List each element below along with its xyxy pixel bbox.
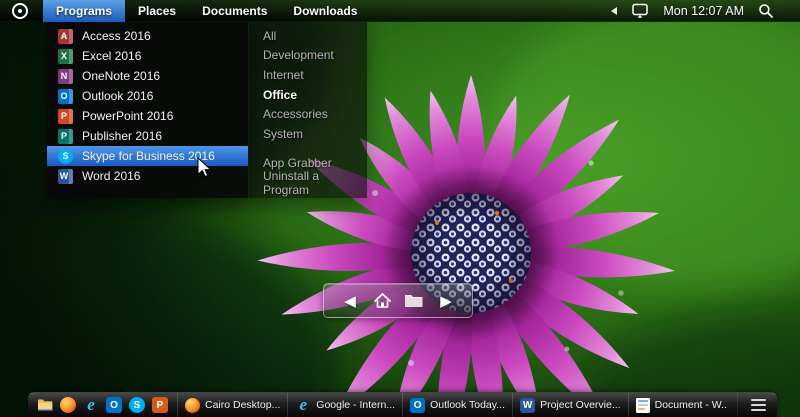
window-button-cairo-desktop[interactable]: Cairo Desktop... <box>177 393 287 417</box>
window-title: Cairo Desktop... <box>205 399 281 411</box>
menu-bar: Programs Places Documents Downloads Mon … <box>0 0 800 22</box>
category-office[interactable]: Office <box>249 85 367 105</box>
menu-documents[interactable]: Documents <box>189 0 280 22</box>
window-buttons: Cairo Desktop... e Google - Intern... O … <box>177 393 738 417</box>
quick-launch: e O S P <box>28 393 174 417</box>
cairo-logo-icon[interactable] <box>12 2 28 19</box>
file-explorer-icon[interactable] <box>37 397 53 413</box>
categories-panel: All Development Internet Office Accessor… <box>248 22 367 198</box>
menu-places[interactable]: Places <box>125 0 189 22</box>
outlook-icon: O <box>58 88 73 104</box>
category-accessories[interactable]: Accessories <box>249 104 367 124</box>
menu-item-label: OneNote 2016 <box>82 69 161 83</box>
word-icon: W <box>520 397 536 413</box>
category-internet[interactable]: Internet <box>249 65 367 85</box>
category-system[interactable]: System <box>249 124 367 144</box>
powerpoint-icon: P <box>58 108 73 124</box>
search-icon[interactable] <box>758 3 774 19</box>
menu-downloads[interactable]: Downloads <box>280 0 370 22</box>
powerpoint-icon[interactable]: P <box>152 397 168 413</box>
menu-item-label: Access 2016 <box>82 29 151 43</box>
window-title: Project Overvie... <box>540 399 621 411</box>
window-title: Google - Intern... <box>316 399 396 411</box>
outlook-icon: O <box>410 397 426 413</box>
category-development[interactable]: Development <box>249 46 367 66</box>
desktop: Programs Places Documents Downloads Mon … <box>0 0 800 417</box>
firefox-icon <box>185 397 200 413</box>
menu-item-word[interactable]: W Word 2016 <box>47 166 248 186</box>
menu-item-powerpoint[interactable]: P PowerPoint 2016 <box>47 106 248 126</box>
internet-explorer-icon[interactable]: e <box>83 395 99 414</box>
window-button-project-overview[interactable]: W Project Overvie... <box>512 393 628 417</box>
action-uninstall-program[interactable]: Uninstall a Program <box>249 169 367 197</box>
access-icon: A <box>58 28 73 44</box>
menu-item-access[interactable]: A Access 2016 <box>47 26 248 46</box>
folder-icon[interactable] <box>402 289 426 313</box>
word-icon: W <box>58 168 73 184</box>
internet-explorer-icon: e <box>299 395 308 414</box>
window-title: Outlook Today... <box>430 399 505 411</box>
menu-item-label: Word 2016 <box>82 169 141 183</box>
menu-item-outlook[interactable]: O Outlook 2016 <box>47 86 248 106</box>
forward-icon[interactable]: ▶ <box>434 289 458 313</box>
menu-programs[interactable]: Programs <box>43 0 126 22</box>
menu-item-label: Skype for Business 2016 <box>82 149 215 163</box>
monitor-icon[interactable] <box>631 3 649 19</box>
taskbar: e O S P Cairo Desktop... e Google - Inte… <box>28 392 777 417</box>
menu-item-label: Excel 2016 <box>82 49 142 63</box>
menu-item-label: Publisher 2016 <box>82 129 163 143</box>
chevron-left-icon[interactable] <box>611 7 618 15</box>
outlook-icon[interactable]: O <box>106 397 122 413</box>
window-title: Document - W.. <box>654 399 727 411</box>
menu-bar-right: Mon 12:07 AM <box>611 0 774 22</box>
menu-item-label: Outlook 2016 <box>82 89 154 103</box>
menu-item-publisher[interactable]: P Publisher 2016 <box>47 126 248 146</box>
category-all[interactable]: All <box>249 26 367 46</box>
back-icon[interactable]: ◀ <box>338 289 362 313</box>
skype-icon[interactable]: S <box>129 397 145 413</box>
document-icon <box>635 397 650 413</box>
excel-icon: X <box>58 48 73 64</box>
publisher-icon: P <box>58 128 73 144</box>
home-icon[interactable] <box>370 289 394 313</box>
clock[interactable]: Mon 12:07 AM <box>663 4 744 18</box>
firefox-icon[interactable] <box>60 397 76 413</box>
window-button-outlook-today[interactable]: O Outlook Today... <box>402 393 512 417</box>
desktop-nav-toolbar: ◀ ▶ <box>323 283 473 318</box>
menu-list: Programs Places Documents Downloads <box>43 0 370 22</box>
skype-icon: S <box>58 148 73 164</box>
programs-menu-panel: A Access 2016 X Excel 2016 N OneNote 201… <box>47 22 248 198</box>
window-button-google[interactable]: e Google - Intern... <box>287 393 402 417</box>
taskbar-menu-icon[interactable] <box>751 399 766 411</box>
menu-item-label: PowerPoint 2016 <box>82 109 174 123</box>
category-divider <box>249 144 367 154</box>
window-button-document[interactable]: Document - W.. <box>627 393 738 417</box>
menu-item-skype-for-business[interactable]: S Skype for Business 2016 <box>47 146 248 166</box>
menu-item-onenote[interactable]: N OneNote 2016 <box>47 66 248 86</box>
menu-item-excel[interactable]: X Excel 2016 <box>47 46 248 66</box>
onenote-icon: N <box>58 68 73 84</box>
